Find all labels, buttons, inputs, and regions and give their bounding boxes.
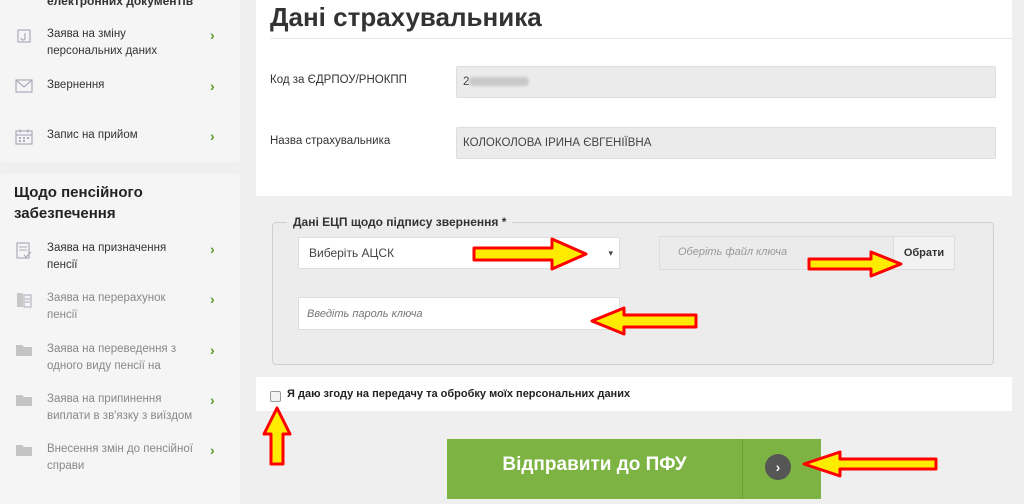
sidebar-item-label: Заява на зміну персональних даних — [47, 28, 158, 57]
name-label: Назва страхувальника — [270, 135, 391, 147]
divider — [270, 38, 1012, 39]
folder-icon — [15, 443, 33, 459]
submit-label: Відправити до ПФУ — [502, 454, 687, 475]
consent-checkbox[interactable] — [270, 391, 281, 402]
acsk-select-value: Виберіть АЦСК — [309, 246, 395, 260]
annotation-arrow-right-icon — [472, 237, 588, 271]
sidebar-item-label: Заява на перерахунок пенсії — [47, 292, 166, 321]
name-field: КОЛОКОЛОВА ІРИНА ЄВГЕНІЇВНА — [456, 127, 996, 159]
ecp-legend: Дані ЕЦП щодо підпису звернення * — [293, 215, 507, 229]
chevron-right-icon: › — [210, 128, 215, 144]
sidebar-card-pension: Щодо пенсійного забезпечення Заява на пр… — [0, 174, 240, 504]
page-title: Дані страхувальника — [270, 2, 542, 32]
sidebar-item-pension-recalculation[interactable]: Заява на перерахунок пенсії › — [0, 290, 240, 334]
code-label: Код за ЄДРПОУ/РНОКПП — [270, 74, 407, 86]
sidebar-card-documents: електронних документів Заява на зміну пе… — [0, 0, 240, 162]
sidebar-item-pension-assignment[interactable]: Заява на призначення пенсії › — [0, 240, 240, 284]
chevron-right-icon: › — [210, 78, 215, 94]
sidebar-item-pension-termination[interactable]: Заява на припинення виплати в зв'язку з … — [0, 391, 240, 435]
chevron-right-icon: › — [210, 27, 215, 43]
sidebar-item-label: Заява на переведення з одного виду пенсі… — [47, 343, 177, 372]
redacted-blur — [469, 77, 530, 87]
insurer-data-panel: Дані страхувальника Код за ЄДРПОУ/РНОКПП… — [256, 0, 1012, 196]
annotation-arrow-left-icon — [802, 450, 938, 478]
sidebar-item-label: Внесення змін до пенсійної справи — [47, 443, 193, 472]
calendar-icon — [15, 129, 33, 145]
arrow-right-icon: › — [765, 454, 791, 480]
chevron-right-icon: › — [210, 442, 215, 458]
chevron-down-icon: ▾ — [608, 248, 613, 258]
chevron-right-icon: › — [210, 342, 215, 358]
consent-row: Я даю згоду на передачу та обробку моїх … — [256, 377, 1012, 411]
envelope-icon — [15, 79, 33, 95]
key-password-input[interactable] — [298, 297, 620, 330]
sidebar-item-appointment[interactable]: Запис на прийом › — [0, 127, 240, 171]
sidebar-item-appeal[interactable]: Звернення › — [0, 77, 240, 121]
sidebar-group-title-documents: електронних документів — [47, 0, 194, 8]
sidebar-group-title-pension: Щодо пенсійного забезпечення — [14, 184, 143, 222]
code-field: 2 — [456, 66, 996, 98]
sidebar-item-label: Заява на призначення пенсії — [47, 242, 167, 271]
sidebar-item-pension-transfer[interactable]: Заява на переведення з одного виду пенсі… — [0, 341, 240, 385]
consent-label: Я даю згоду на передачу та обробку моїх … — [287, 388, 631, 400]
chevron-right-icon: › — [210, 392, 215, 408]
button-divider — [742, 439, 743, 499]
key-file-placeholder: Оберіть файл ключа — [678, 246, 788, 258]
folder-icon — [15, 343, 33, 359]
sidebar-item-label: Звернення — [47, 79, 105, 91]
chevron-right-icon: › — [210, 291, 215, 307]
annotation-arrow-up-icon — [262, 406, 292, 466]
chevron-right-icon: › — [210, 241, 215, 257]
annotation-arrow-right-icon — [807, 250, 903, 278]
sidebar-item-change-personal-data[interactable]: Заява на зміну персональних даних › — [0, 26, 240, 70]
document-icon — [15, 292, 33, 308]
sidebar: електронних документів Заява на зміну пе… — [0, 0, 240, 504]
sidebar-item-label: Заява на припинення виплати в зв'язку з … — [47, 393, 193, 422]
document-icon — [15, 28, 33, 44]
form-icon — [15, 242, 33, 259]
folder-icon — [15, 393, 33, 409]
sidebar-item-pension-file-changes[interactable]: Внесення змін до пенсійної справи › — [0, 441, 240, 485]
sidebar-item-label: Запис на прийом — [47, 129, 138, 141]
submit-to-pfu-button[interactable]: Відправити до ПФУ › — [447, 439, 821, 499]
annotation-arrow-left-icon — [590, 306, 698, 336]
